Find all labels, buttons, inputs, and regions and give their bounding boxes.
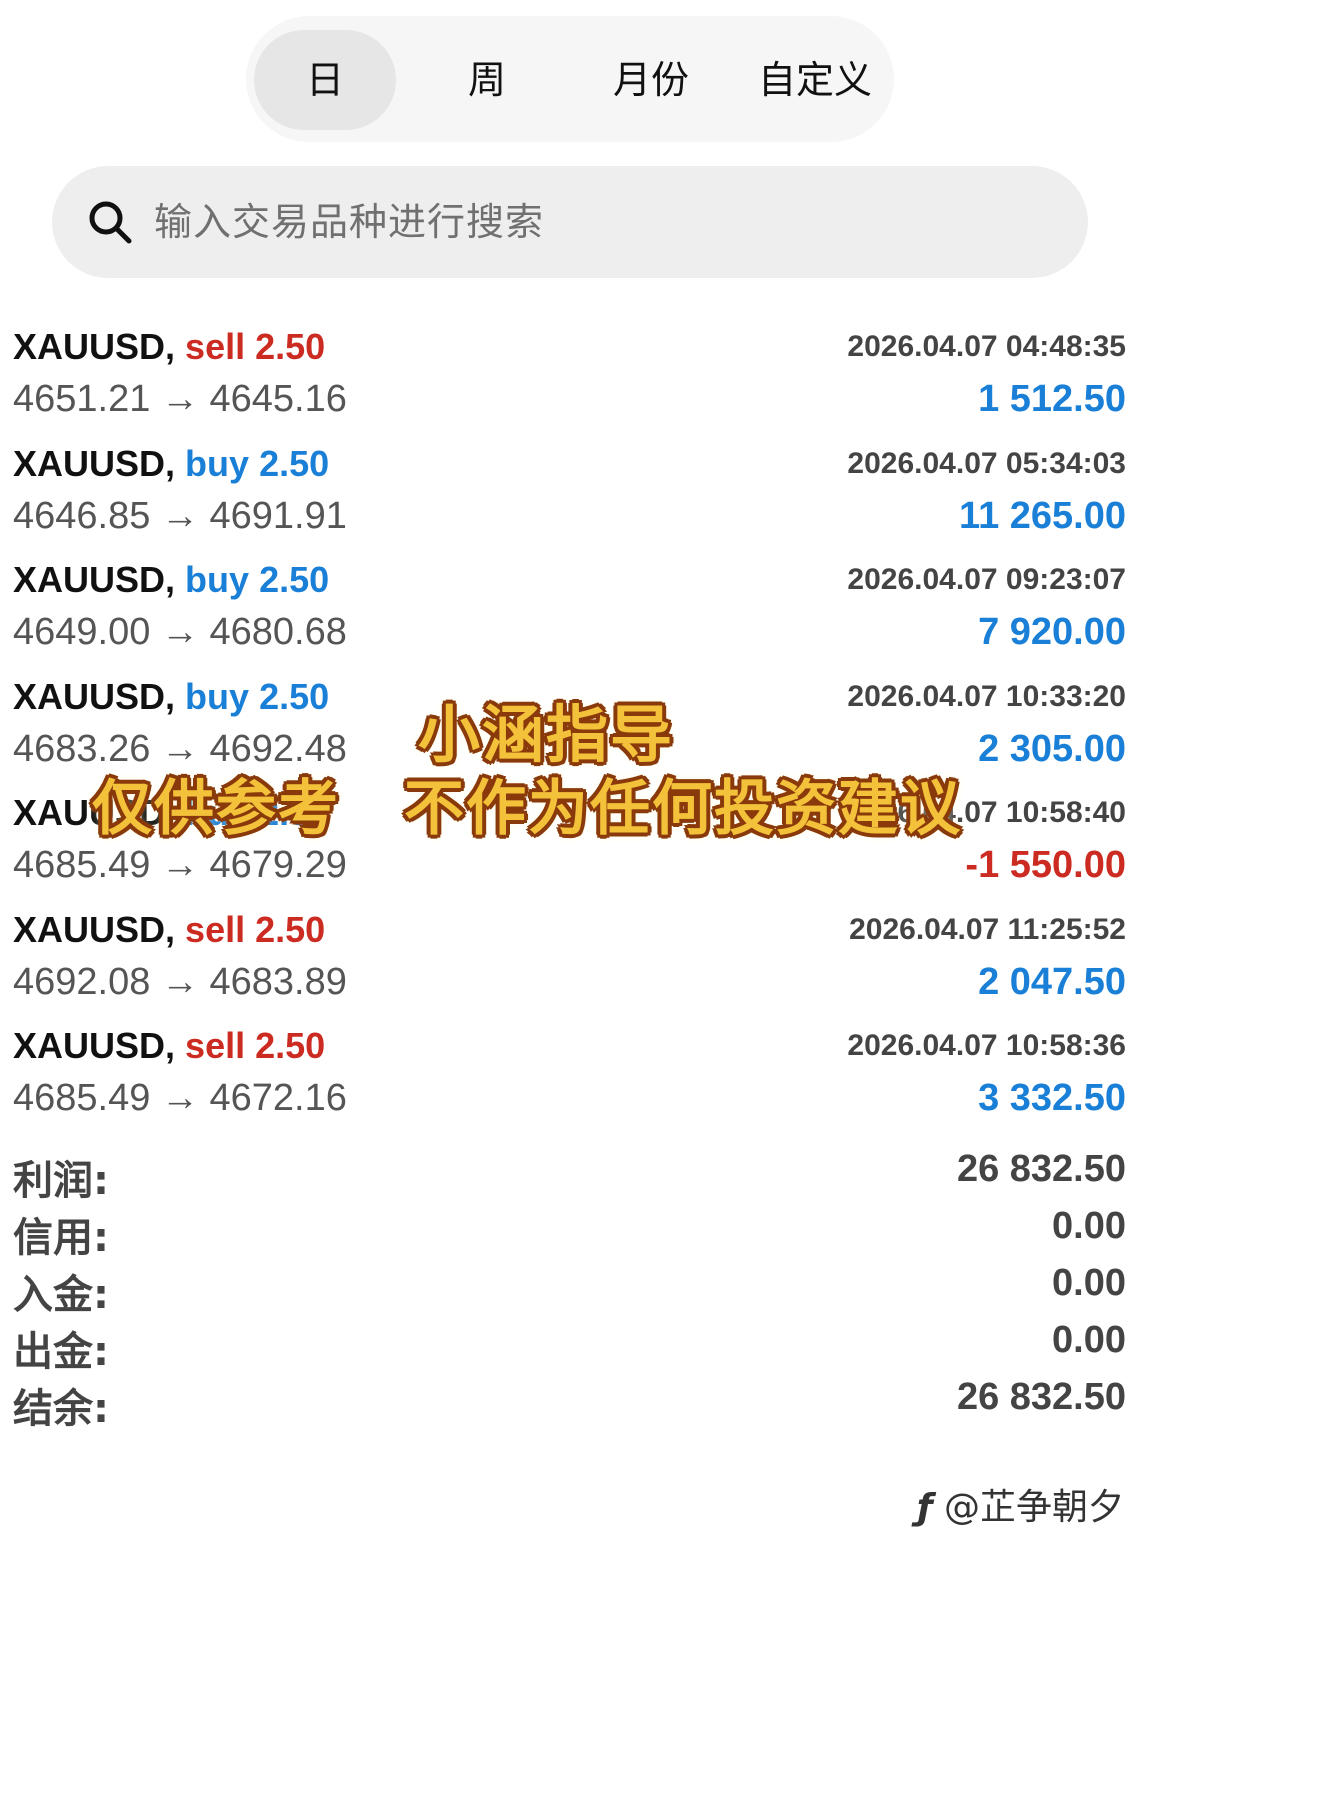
- trade-side: buy: [185, 559, 250, 600]
- trade-volume: 2.50: [259, 442, 330, 484]
- trade-side: sell: [185, 326, 246, 367]
- trade-side: buy: [185, 675, 250, 717]
- trade-row[interactable]: XAUUSD, sell 2.50 4685.49 → 4672.16 2026.0…: [0, 1017, 1140, 1134]
- trade-header: XAUUSD, buy 2.50: [13, 443, 329, 485]
- trade-profit: 2 047.50: [978, 960, 1126, 1003]
- trade-header: XAUUSD, sell 2.50: [13, 326, 325, 368]
- period-tabs: 日 周 月份 自定义: [246, 16, 894, 142]
- open-price: 4685.49: [13, 844, 151, 886]
- arrow-icon: →: [160, 960, 199, 1003]
- trade-side: sell: [185, 908, 246, 950]
- trade-header: XAUUSD, buy 2.50: [13, 559, 329, 601]
- summary-row: 利润: 26 832.50: [0, 1148, 1140, 1205]
- arrow-icon: →: [160, 611, 199, 653]
- summary-value: 0.00: [1052, 1319, 1126, 1361]
- watermark-credit: ƒ @芷争朝夕: [917, 1478, 1124, 1530]
- tab-day[interactable]: 日: [254, 30, 396, 130]
- trade-symbol: XAUUSD,: [13, 326, 176, 367]
- arrow-icon: →: [160, 378, 199, 420]
- open-price: 4649.00: [13, 611, 151, 653]
- trade-volume: 2.50: [255, 908, 326, 950]
- tab-month[interactable]: 月份: [580, 30, 722, 130]
- credit-text: @芷争朝夕: [943, 1487, 1124, 1528]
- trade-side: buy: [185, 442, 250, 484]
- trade-symbol: XAUUSD,: [13, 908, 176, 950]
- trade-volume: 2.50: [255, 326, 326, 367]
- trade-side: sell: [185, 1025, 246, 1066]
- trade-row[interactable]: XAUUSD, buy 2.50 4646.85 → 4691.91 2026.04…: [0, 435, 1140, 552]
- trade-volume: 2.50: [259, 559, 330, 600]
- trade-symbol: XAUUSD,: [13, 675, 176, 717]
- summary-label: 利润:: [13, 1158, 109, 1204]
- close-price: 4683.89: [209, 960, 347, 1003]
- trade-time: 2026.04.07 04:48:35: [847, 330, 1126, 363]
- trade-symbol: XAUUSD,: [13, 559, 176, 600]
- trade-header: XAUUSD, buy 2.50: [13, 676, 329, 718]
- summary-value: 26 832.50: [956, 1376, 1126, 1418]
- trade-time: 2026.04.07 11:25:52: [849, 912, 1126, 946]
- summary-label: 信用:: [13, 1215, 109, 1261]
- source-logo-icon: ƒ: [916, 1487, 933, 1528]
- summary-row: 结余: 26 832.50: [0, 1376, 1140, 1433]
- trade-prices: 4649.00 → 4680.68: [13, 611, 347, 654]
- trade-row[interactable]: XAUUSD, buy 2.50 4649.00 → 4680.68 2026.04…: [0, 551, 1140, 668]
- arrow-icon: →: [160, 844, 199, 886]
- trade-prices: 4646.85 → 4691.91: [13, 495, 347, 538]
- close-price: 4645.16: [209, 378, 347, 420]
- close-price: 4680.68: [209, 611, 347, 653]
- search-bar[interactable]: 输入交易品种进行搜索: [52, 166, 1088, 278]
- trade-profit: -1 550.00: [965, 844, 1126, 886]
- trade-time: 2026.04.07 09:23:07: [847, 563, 1126, 596]
- trade-symbol: XAUUSD,: [13, 1025, 176, 1066]
- watermark-disclaimer-right: 不作为任何投资建议: [404, 774, 962, 844]
- open-price: 4692.08: [13, 960, 151, 1003]
- search-icon: [89, 201, 132, 244]
- watermark-disclaimer-left: 仅供参考: [92, 774, 340, 844]
- trade-volume: 2.50: [259, 675, 330, 717]
- summary-row: 出金: 0.00: [0, 1319, 1140, 1376]
- summary-row: 信用: 0.00: [0, 1205, 1140, 1262]
- trade-profit: 7 920.00: [978, 611, 1126, 653]
- trade-row[interactable]: XAUUSD, sell 2.50 4692.08 → 4683.89 2026.0…: [0, 901, 1140, 1018]
- arrow-icon: →: [160, 1077, 199, 1119]
- trade-prices: 4685.49 → 4679.29: [13, 844, 347, 887]
- trade-prices: 4685.49 → 4672.16: [13, 1077, 347, 1120]
- trade-prices: 4692.08 → 4683.89: [13, 961, 347, 1004]
- trade-profit: 3 332.50: [978, 1077, 1126, 1119]
- open-price: 4685.49: [13, 1077, 151, 1119]
- summary-value: 0.00: [1052, 1205, 1126, 1247]
- search-input[interactable]: 输入交易品种进行搜索: [154, 166, 544, 278]
- trade-profit: 2 305.00: [978, 727, 1126, 770]
- trade-time: 2026.04.07 05:34:03: [847, 446, 1126, 480]
- arrow-icon: →: [160, 494, 199, 537]
- close-price: 4691.91: [209, 494, 347, 537]
- trade-row[interactable]: XAUUSD, sell 2.50 4651.21 → 4645.16 2026.0…: [0, 318, 1140, 435]
- trade-header: XAUUSD, sell 2.50: [13, 1025, 325, 1067]
- open-price: 4651.21: [13, 378, 151, 420]
- trade-profit: 11 265.00: [959, 494, 1126, 537]
- trade-symbol: XAUUSD,: [13, 442, 176, 484]
- summary-label: 结余:: [13, 1386, 109, 1432]
- trade-header: XAUUSD, sell 2.50: [13, 909, 325, 951]
- summary-value: 26 832.50: [956, 1148, 1126, 1190]
- close-price: 4679.29: [209, 844, 347, 886]
- tab-custom[interactable]: 自定义: [740, 30, 890, 130]
- trade-prices: 4651.21 → 4645.16: [13, 378, 347, 421]
- trade-profit: 1 512.50: [978, 378, 1126, 420]
- trade-time: 2026.04.07 10:33:20: [847, 679, 1126, 713]
- account-summary: 利润: 26 832.50 信用: 0.00 入金: 0.00 出金: 0.00 结余: 26 8…: [0, 1148, 1140, 1433]
- open-price: 4646.85: [13, 494, 151, 537]
- summary-row: 入金: 0.00: [0, 1262, 1140, 1319]
- summary-label: 入金:: [13, 1272, 109, 1318]
- tab-week[interactable]: 周: [416, 30, 558, 130]
- summary-label: 出金:: [13, 1329, 109, 1375]
- summary-value: 0.00: [1052, 1262, 1126, 1304]
- trade-time: 2026.04.07 10:58:36: [847, 1029, 1126, 1062]
- close-price: 4672.16: [209, 1077, 347, 1119]
- trade-volume: 2.50: [255, 1025, 326, 1066]
